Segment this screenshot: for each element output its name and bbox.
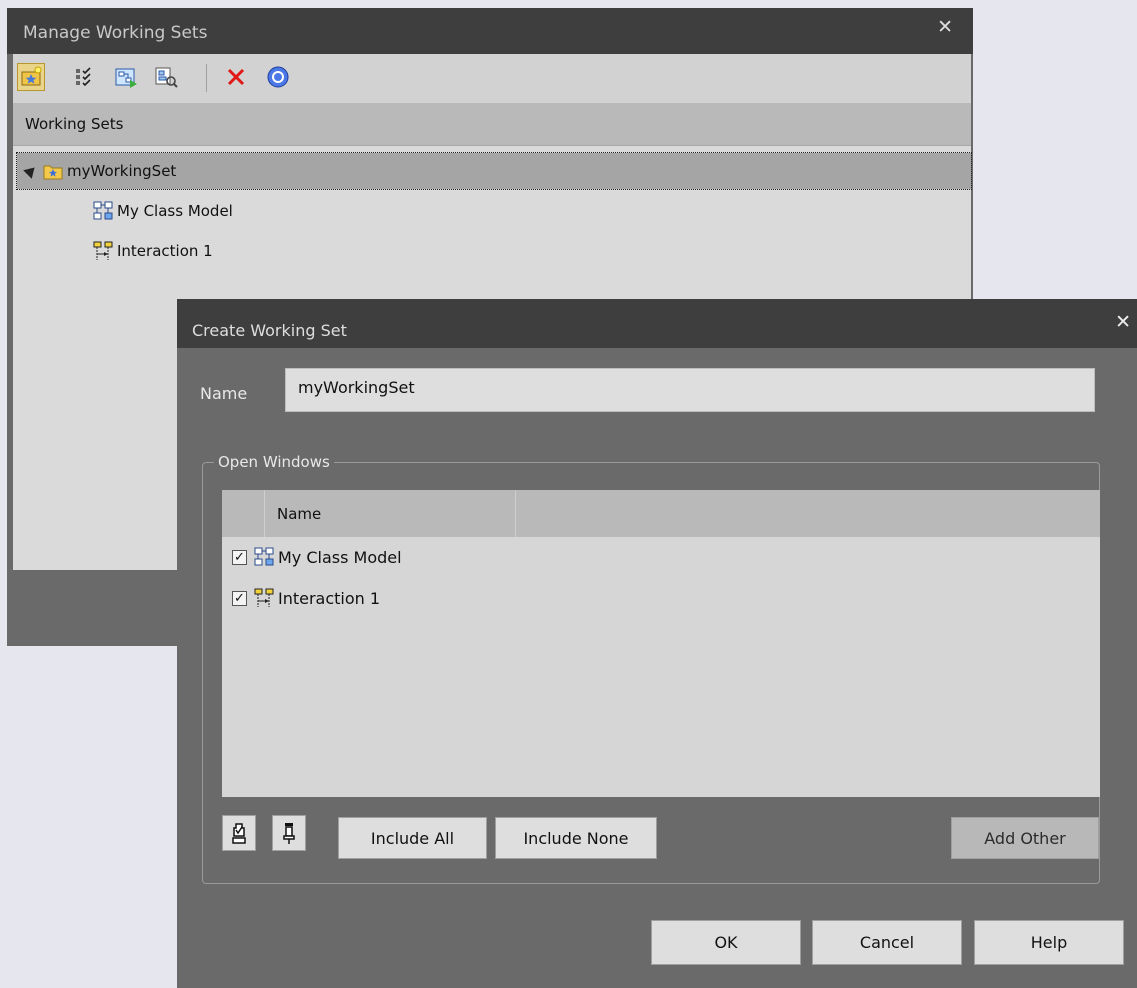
toolbar (13, 54, 971, 103)
help-button[interactable]: Help (974, 920, 1124, 965)
tree-item-interaction[interactable]: Interaction 1 (93, 233, 213, 269)
interaction-diagram-icon (254, 588, 274, 608)
open-windows-label: Open Windows (214, 453, 334, 471)
uncheck-all-icon[interactable] (272, 815, 306, 851)
working-set-folder-icon (43, 162, 63, 180)
checkbox[interactable]: ✓ (232, 549, 247, 565)
include-none-button[interactable]: Include None (495, 817, 657, 859)
name-label: Name (200, 384, 248, 403)
working-sets-column-header[interactable]: Working Sets (13, 103, 971, 146)
list-item[interactable]: ✓ Interaction 1 (232, 583, 380, 613)
create-working-set-dialog: Create Working Set ✕ Name myWorkingSet O… (177, 299, 1137, 988)
column-divider[interactable] (264, 490, 265, 537)
list-item[interactable]: ✓ My Class Model (232, 542, 402, 572)
new-working-set-icon[interactable] (17, 63, 45, 91)
name-input[interactable]: myWorkingSet (285, 368, 1095, 412)
manage-window-title: Manage Working Sets (23, 23, 208, 43)
tree-item-label: myWorkingSet (67, 162, 177, 180)
manage-titlebar[interactable]: Manage Working Sets ✕ (7, 8, 973, 54)
expand-triangle-icon[interactable] (23, 163, 39, 179)
tree-item-label: Interaction 1 (117, 242, 213, 260)
tree-item-class-model[interactable]: My Class Model (93, 193, 233, 229)
check-all-icon[interactable] (222, 815, 256, 851)
dialog-titlebar[interactable]: Create Working Set ✕ (177, 299, 1137, 348)
list-header: Name (222, 490, 1100, 537)
help-icon[interactable] (265, 64, 291, 90)
interaction-diagram-icon (93, 241, 113, 261)
include-all-button[interactable]: Include All (338, 817, 487, 859)
close-icon[interactable]: ✕ (937, 16, 953, 38)
class-diagram-icon (93, 201, 113, 221)
class-diagram-icon (254, 547, 274, 567)
open-windows-list[interactable]: Name ✓ My Class Model ✓ Interaction 1 (222, 490, 1100, 797)
checkbox[interactable]: ✓ (232, 590, 247, 606)
tree-item-working-set[interactable]: myWorkingSet (16, 152, 972, 190)
working-sets-header-label: Working Sets (25, 115, 124, 133)
add-other-button[interactable]: Add Other (951, 817, 1099, 859)
close-icon[interactable]: ✕ (1115, 311, 1131, 333)
list-item-label: My Class Model (278, 547, 402, 567)
column-divider[interactable] (515, 490, 516, 537)
list-item-label: Interaction 1 (278, 588, 381, 608)
name-column-header[interactable]: Name (277, 505, 321, 523)
toolbar-separator (206, 64, 207, 92)
dialog-title: Create Working Set (192, 321, 347, 340)
ok-button[interactable]: OK (651, 920, 801, 965)
select-items-icon[interactable] (70, 64, 96, 90)
cancel-button[interactable]: Cancel (812, 920, 962, 965)
tree-item-label: My Class Model (117, 202, 233, 220)
find-element-icon[interactable] (153, 64, 179, 90)
delete-icon[interactable] (223, 64, 249, 90)
open-diagrams-icon[interactable] (113, 64, 139, 90)
